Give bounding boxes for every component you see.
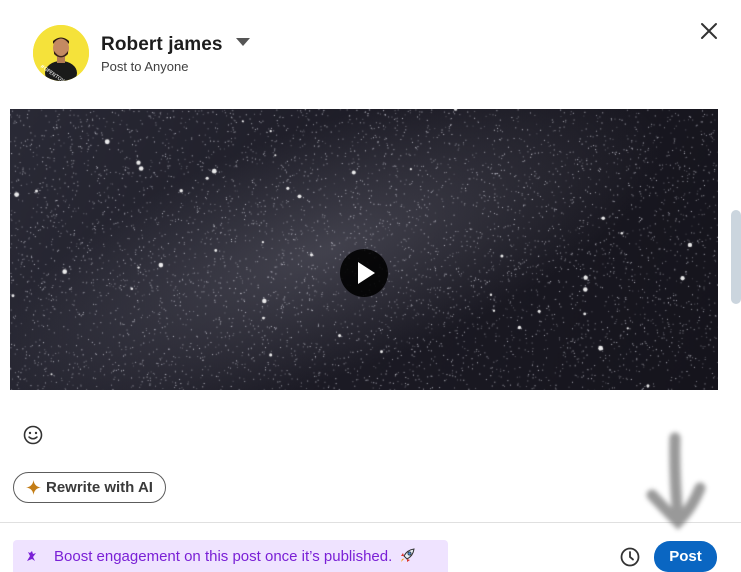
post-button[interactable]: Post [654, 541, 717, 572]
scrollbar-thumb[interactable] [731, 210, 741, 304]
play-icon [358, 262, 375, 284]
audience-selector[interactable]: Robert james Post to Anyone [101, 34, 250, 74]
user-name: Robert james [101, 34, 223, 55]
rewrite-label: Rewrite with AI [46, 479, 153, 496]
close-icon [701, 23, 717, 39]
footer-divider [0, 522, 741, 523]
rocket-icon [397, 546, 417, 566]
schedule-button[interactable] [619, 546, 641, 568]
play-button[interactable] [340, 249, 388, 297]
avatar-image: #OPENTOWORK [33, 25, 89, 81]
emoji-button[interactable] [22, 424, 44, 446]
boost-text: Boost engagement on this post once it’s … [54, 547, 393, 565]
audience-label: Post to Anyone [101, 59, 189, 74]
close-button[interactable] [696, 18, 722, 44]
arrow-down-hint-icon [646, 432, 706, 530]
post-composer-header: #OPENTOWORK Robert james Post to Anyone [0, 0, 741, 100]
avatar: #OPENTOWORK [33, 25, 89, 81]
caret-down-icon [235, 38, 250, 46]
boost-icon [23, 548, 39, 564]
emoji-icon [23, 425, 43, 445]
clock-icon [620, 547, 640, 567]
rewrite-with-ai-button[interactable]: Rewrite with AI [13, 472, 166, 503]
sparkle-icon [26, 480, 41, 495]
video-preview[interactable] [10, 109, 718, 390]
boost-banner[interactable]: Boost engagement on this post once it’s … [13, 540, 448, 572]
